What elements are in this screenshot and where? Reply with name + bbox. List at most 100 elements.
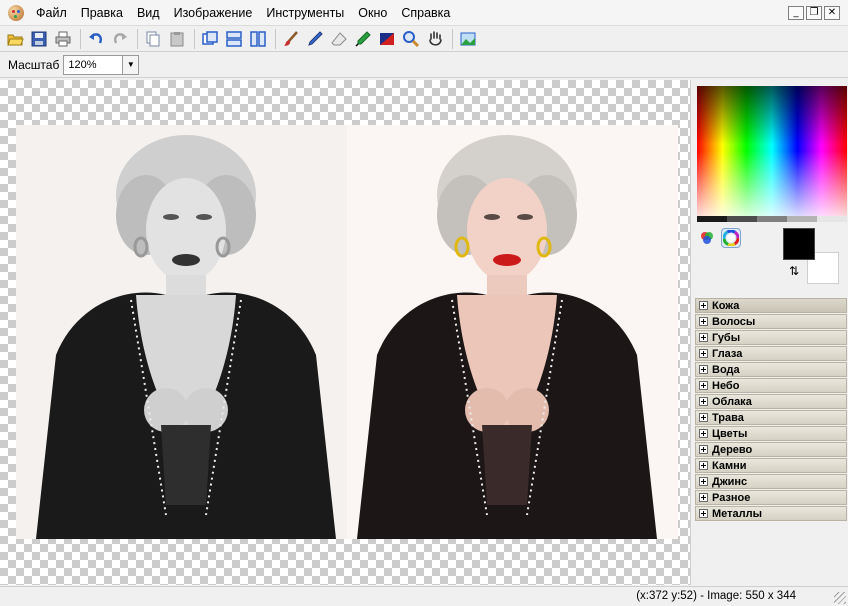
expand-plus-icon [699, 429, 708, 438]
category-item[interactable]: Разное [695, 490, 847, 505]
category-item[interactable]: Кожа [695, 298, 847, 313]
app-palette-icon[interactable] [8, 4, 24, 21]
menu-tools[interactable]: Инструменты [260, 0, 352, 26]
view-vertical-button[interactable] [247, 28, 269, 50]
chevron-down-icon: ▼ [126, 59, 135, 69]
resize-grip-icon[interactable] [834, 592, 846, 604]
category-label: Небо [712, 379, 740, 392]
expand-plus-icon [699, 493, 708, 502]
save-icon [31, 31, 47, 46]
magnifier-button[interactable] [400, 28, 422, 50]
hand-button[interactable] [424, 28, 446, 50]
paste-button[interactable] [166, 28, 188, 50]
swap-colors-icon[interactable]: ⇅ [789, 264, 803, 278]
zoom-dropdown-button[interactable]: ▼ [123, 54, 140, 75]
view-horizontal-icon [226, 30, 242, 47]
category-item[interactable]: Джинс [695, 474, 847, 489]
toolbar-separator [80, 28, 81, 49]
toolbar-separator [137, 28, 138, 49]
category-label: Камни [712, 459, 747, 472]
view-horizontal-button[interactable] [223, 28, 245, 50]
copy-button[interactable] [142, 28, 164, 50]
redo-button[interactable] [109, 28, 131, 50]
color-panel: ⇅ Кожа Волосы Губы Глаза Вода Небо Облак… [690, 80, 848, 585]
toolbar-separator [194, 28, 195, 49]
undo-button[interactable] [85, 28, 107, 50]
fill-button[interactable] [376, 28, 398, 50]
expand-plus-icon [699, 349, 708, 358]
toolbar-separator [275, 28, 276, 49]
category-label: Кожа [712, 299, 740, 312]
rgb-mode-button[interactable] [697, 228, 717, 248]
category-label: Металлы [712, 507, 763, 520]
image-canvas[interactable] [0, 80, 690, 585]
gray-swatch[interactable] [727, 216, 757, 222]
menu-window[interactable]: Окно [352, 0, 395, 26]
eyedropper-button[interactable] [352, 28, 374, 50]
eyedropper-icon [355, 30, 371, 47]
category-item[interactable]: Металлы [695, 506, 847, 521]
expand-plus-icon [699, 461, 708, 470]
gray-swatch[interactable] [697, 216, 727, 222]
category-item[interactable]: Облака [695, 394, 847, 409]
category-item[interactable]: Волосы [695, 314, 847, 329]
expand-plus-icon [699, 333, 708, 342]
restore-button[interactable]: ❐ [806, 5, 822, 20]
print-button[interactable] [52, 28, 74, 50]
category-item[interactable]: Трава [695, 410, 847, 425]
open-button[interactable] [4, 28, 26, 50]
menu-view[interactable]: Вид [131, 0, 168, 26]
view-single-icon [202, 30, 218, 45]
close-button[interactable]: ✕ [824, 5, 840, 20]
pencil-icon [308, 30, 323, 46]
print-icon [55, 31, 71, 46]
minimize-button[interactable]: _ [788, 5, 804, 20]
brush-icon [284, 30, 298, 46]
category-label: Цветы [712, 427, 748, 440]
redo-icon [114, 32, 127, 43]
gray-swatch[interactable] [757, 216, 787, 222]
color-wheel-button[interactable] [721, 228, 741, 248]
category-item[interactable]: Вода [695, 362, 847, 377]
category-item[interactable]: Глаза [695, 346, 847, 361]
image-button[interactable] [457, 28, 479, 50]
eraser-icon [331, 31, 347, 45]
zoom-select[interactable]: 120% [63, 54, 124, 75]
expand-plus-icon [699, 445, 708, 454]
menu-help[interactable]: Справка [395, 0, 458, 26]
save-button[interactable] [28, 28, 50, 50]
category-item[interactable]: Камни [695, 458, 847, 473]
toolbar-separator [452, 28, 453, 49]
toolbar [0, 26, 848, 52]
menu-image[interactable]: Изображение [168, 0, 261, 26]
rgb-circles-icon [701, 232, 713, 244]
category-item[interactable]: Дерево [695, 442, 847, 457]
grayscale-swatches[interactable] [697, 216, 847, 222]
category-label: Волосы [712, 315, 756, 328]
menu-edit[interactable]: Правка [75, 0, 131, 26]
original-photo [16, 125, 347, 539]
expand-plus-icon [699, 301, 708, 310]
expand-plus-icon [699, 397, 708, 406]
category-item[interactable]: Губы [695, 330, 847, 345]
pencil-button[interactable] [304, 28, 326, 50]
portrait-grayscale [16, 125, 347, 539]
portrait-colorized [347, 125, 678, 539]
copy-icon [146, 31, 160, 46]
view-single-button[interactable] [199, 28, 221, 50]
category-item[interactable]: Цветы [695, 426, 847, 441]
undo-icon [89, 32, 102, 43]
brush-button[interactable] [280, 28, 302, 50]
category-item[interactable]: Небо [695, 378, 847, 393]
gray-swatch[interactable] [787, 216, 817, 222]
colorized-photo [347, 125, 678, 539]
fill-icon [380, 32, 394, 45]
category-list: Кожа Волосы Губы Глаза Вода Небо Облака … [695, 298, 847, 522]
color-spectrum-picker[interactable] [697, 86, 847, 216]
category-label: Облака [712, 395, 752, 408]
eraser-button[interactable] [328, 28, 350, 50]
menu-file[interactable]: Файл [30, 0, 75, 26]
foreground-color-swatch[interactable] [783, 228, 815, 260]
expand-plus-icon [699, 317, 708, 326]
gray-swatch[interactable] [817, 216, 847, 222]
